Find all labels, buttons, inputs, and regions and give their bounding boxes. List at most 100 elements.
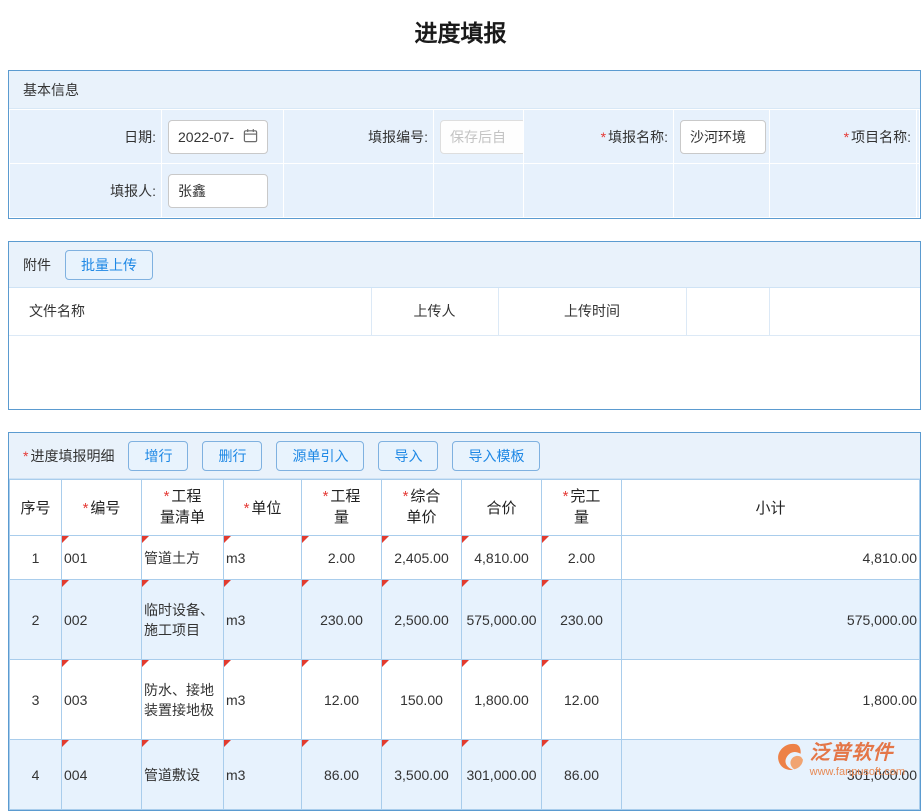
col-item: *工程量清单 xyxy=(142,480,224,536)
cell-unit-price[interactable]: 3,500.00 xyxy=(382,740,462,810)
cell-unit-price[interactable]: 150.00 xyxy=(382,660,462,740)
report-name-input[interactable]: 沙河环境 xyxy=(680,120,766,154)
cell-completed[interactable]: 2.00 xyxy=(542,536,622,580)
required-marker: * xyxy=(244,500,250,517)
col-subtotal-label: 小计 xyxy=(755,500,785,517)
date-value: 2022-07- xyxy=(178,129,234,145)
required-marker: * xyxy=(23,448,28,464)
cell-code[interactable]: 002 xyxy=(62,580,142,660)
batch-upload-button[interactable]: 批量上传 xyxy=(65,250,153,280)
cell-item[interactable]: 临时设备、施工项目 xyxy=(142,580,224,660)
basic-info-title: 基本信息 xyxy=(23,80,79,100)
cell-completed[interactable]: 12.00 xyxy=(542,660,622,740)
attachments-empty-area xyxy=(9,335,920,409)
attachments-title: 附件 xyxy=(23,255,51,275)
import-template-button[interactable]: 导入模板 xyxy=(452,441,540,471)
col-code-label: 编号 xyxy=(90,500,120,517)
report-no-placeholder: 保存后自 xyxy=(450,127,506,147)
required-marker: * xyxy=(323,488,329,505)
cell-quantity[interactable]: 86.00 xyxy=(302,740,382,810)
attachments-section-header: 附件 批量上传 xyxy=(9,242,920,288)
cell-subtotal: 1,800.00 xyxy=(622,660,920,740)
cell-subtotal: 575,000.00 xyxy=(622,580,920,660)
required-marker: * xyxy=(403,488,409,505)
attach-col-extra-1 xyxy=(686,288,769,335)
cell-seq: 2 xyxy=(10,580,62,660)
date-input[interactable]: 2022-07- xyxy=(168,120,268,154)
cell-unit[interactable]: m3 xyxy=(224,580,302,660)
cell-item[interactable]: 防水、接地装置接地极 xyxy=(142,660,224,740)
basic-info-form: 日期: 2022-07- 填报编号: 保存后自 *填报名称: xyxy=(9,109,920,218)
col-seq: 序号 xyxy=(10,480,62,536)
cell-seq: 1 xyxy=(10,536,62,580)
col-total-price: 合价 xyxy=(462,480,542,536)
cell-unit[interactable]: m3 xyxy=(224,536,302,580)
cell-subtotal: 4,810.00 xyxy=(622,536,920,580)
table-row: 2 002 临时设备、施工项目 m3 230.00 2,500.00 575,0… xyxy=(10,580,920,660)
cell-unit[interactable]: m3 xyxy=(224,740,302,810)
add-row-button[interactable]: 增行 xyxy=(128,441,188,471)
source-import-button[interactable]: 源单引入 xyxy=(276,441,364,471)
col-unit: *单位 xyxy=(224,480,302,536)
report-no-label: 填报编号: xyxy=(368,129,428,145)
report-name-label: 填报名称: xyxy=(608,129,668,145)
cell-total-price: 301,000.00 xyxy=(462,740,542,810)
cell-unit-price[interactable]: 2,500.00 xyxy=(382,580,462,660)
cell-quantity[interactable]: 12.00 xyxy=(302,660,382,740)
cell-code[interactable]: 001 xyxy=(62,536,142,580)
cell-item[interactable]: 管道土方 xyxy=(142,536,224,580)
attach-col-file-name: 文件名称 xyxy=(9,288,371,335)
cell-code[interactable]: 004 xyxy=(62,740,142,810)
details-section-header: *进度填报明细 增行 删行 源单引入 导入 导入模板 xyxy=(9,433,920,479)
attachments-table: 文件名称 上传人 上传时间 xyxy=(9,288,920,409)
report-no-input: 保存后自 xyxy=(440,120,524,154)
project-name-cell xyxy=(917,110,920,164)
page-title: 进度填报 xyxy=(0,0,921,48)
col-unit-label: 单位 xyxy=(251,500,281,517)
delete-row-button[interactable]: 删行 xyxy=(202,441,262,471)
cell-total-price: 1,800.00 xyxy=(462,660,542,740)
attach-col-extra-2 xyxy=(769,288,920,335)
col-subtotal: 小计 xyxy=(622,480,920,536)
col-code: *编号 xyxy=(62,480,142,536)
col-quantity: *工程量 xyxy=(302,480,382,536)
cell-item[interactable]: 管道敷设 xyxy=(142,740,224,810)
import-button[interactable]: 导入 xyxy=(378,441,438,471)
cell-unit[interactable]: m3 xyxy=(224,660,302,740)
basic-info-section-header: 基本信息 xyxy=(9,71,920,109)
details-panel: *进度填报明细 增行 删行 源单引入 导入 导入模板 序号 *编号 *工程量清单… xyxy=(8,432,921,811)
table-row: 1 001 管道土方 m3 2.00 2,405.00 4,810.00 2.0… xyxy=(10,536,920,580)
col-unit-price: *综合单价 xyxy=(382,480,462,536)
filler-input[interactable]: 张鑫 xyxy=(168,174,268,208)
details-table: 序号 *编号 *工程量清单 *单位 *工程量 *综合单价 合价 *完工量 小计 … xyxy=(9,479,920,810)
attach-col-upload-time: 上传时间 xyxy=(498,288,686,335)
col-total-price-label: 合价 xyxy=(486,500,516,517)
basic-info-panel: 基本信息 日期: 2022-07- 填报编号: 保存后自 xyxy=(8,70,921,219)
cell-code[interactable]: 003 xyxy=(62,660,142,740)
required-marker: * xyxy=(563,488,569,505)
cell-quantity[interactable]: 2.00 xyxy=(302,536,382,580)
required-marker: * xyxy=(83,500,89,517)
filler-label: 填报人: xyxy=(110,183,156,199)
calendar-icon[interactable] xyxy=(243,128,258,146)
attach-col-uploader: 上传人 xyxy=(371,288,498,335)
cell-unit-price[interactable]: 2,405.00 xyxy=(382,536,462,580)
cell-completed[interactable]: 86.00 xyxy=(542,740,622,810)
cell-seq: 4 xyxy=(10,740,62,810)
cell-subtotal: 301,000.00 xyxy=(622,740,920,810)
col-unit-price-label: 综合单价 xyxy=(406,488,440,525)
cell-completed[interactable]: 230.00 xyxy=(542,580,622,660)
details-header-row: 序号 *编号 *工程量清单 *单位 *工程量 *综合单价 合价 *完工量 小计 xyxy=(10,480,920,536)
cell-total-price: 4,810.00 xyxy=(462,536,542,580)
date-label: 日期: xyxy=(124,129,156,145)
col-seq-label: 序号 xyxy=(20,500,50,517)
col-completed: *完工量 xyxy=(542,480,622,536)
cell-quantity[interactable]: 230.00 xyxy=(302,580,382,660)
required-marker: * xyxy=(164,488,170,505)
required-marker: * xyxy=(844,129,849,145)
col-quantity-label: 工程量 xyxy=(330,488,360,525)
attachments-panel: 附件 批量上传 文件名称 上传人 上传时间 xyxy=(8,241,921,410)
cell-seq: 3 xyxy=(10,660,62,740)
required-marker: * xyxy=(601,129,606,145)
details-title: *进度填报明细 xyxy=(23,446,114,466)
